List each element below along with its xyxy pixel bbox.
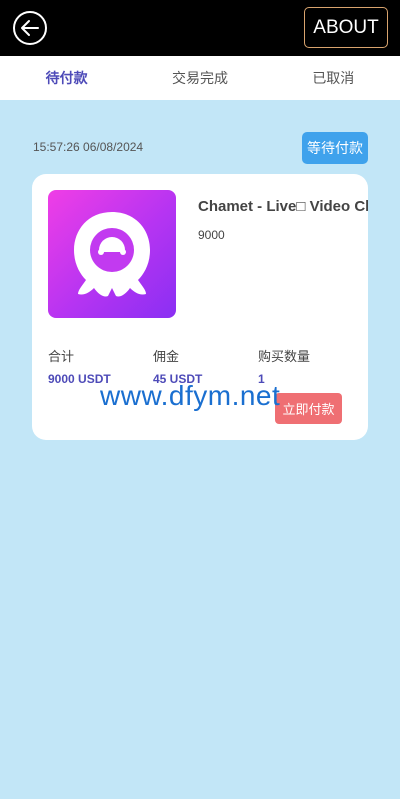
chamet-app-icon bbox=[48, 190, 176, 318]
tab-pending-payment[interactable]: 待付款 bbox=[0, 56, 133, 100]
top-bar: ABOUT bbox=[0, 0, 400, 56]
arrow-left-icon bbox=[21, 20, 39, 36]
pay-now-button[interactable]: 立即付款 bbox=[275, 393, 342, 424]
order-timestamp: 15:57:26 06/08/2024 bbox=[33, 140, 144, 154]
about-button[interactable]: ABOUT bbox=[304, 7, 388, 48]
quantity-label: 购买数量 bbox=[258, 349, 311, 364]
watermark: www.dfym.net bbox=[100, 380, 281, 411]
order-status-badge[interactable]: 等待付款 bbox=[302, 132, 368, 164]
commission-label: 佣金 bbox=[153, 349, 180, 364]
tab-cancelled[interactable]: 已取消 bbox=[267, 56, 400, 100]
total-label: 合计 bbox=[48, 349, 75, 364]
order-tabs: 待付款 交易完成 已取消 bbox=[0, 56, 400, 100]
product-price: 9000 bbox=[198, 228, 225, 242]
octopus-logo-icon bbox=[74, 212, 150, 297]
product-name: Chamet - Live□ Video Cl bbox=[198, 198, 368, 215]
tab-completed[interactable]: 交易完成 bbox=[133, 56, 266, 100]
back-button[interactable] bbox=[13, 11, 47, 45]
